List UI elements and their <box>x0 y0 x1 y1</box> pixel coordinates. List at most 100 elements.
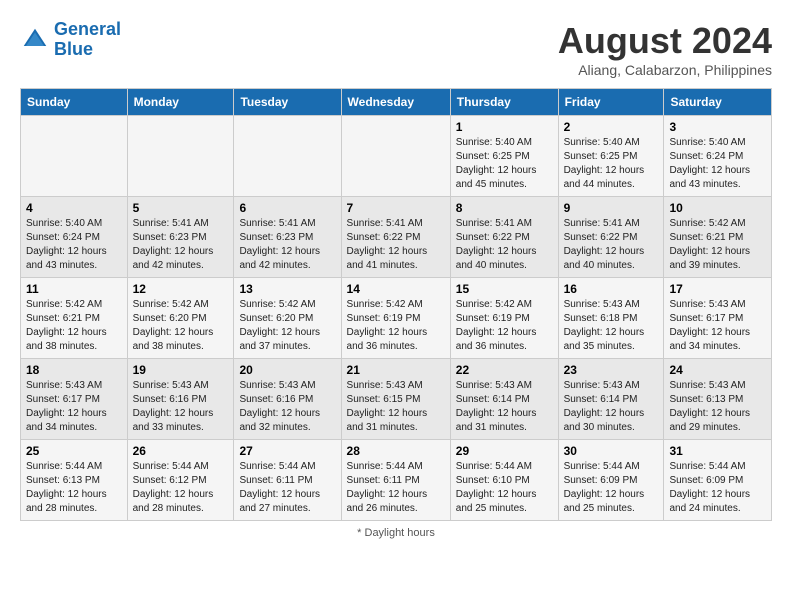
day-info: Sunrise: 5:43 AMSunset: 6:17 PMDaylight:… <box>26 379 122 435</box>
calendar-cell: 18 Sunrise: 5:43 AMSunset: 6:17 PMDayligh… <box>21 359 128 440</box>
day-number: 6 <box>239 201 335 215</box>
calendar-cell: 24 Sunrise: 5:43 AMSunset: 6:13 PMDayligh… <box>664 359 772 440</box>
day-number: 30 <box>564 444 659 458</box>
day-info: Sunrise: 5:40 AMSunset: 6:24 PMDaylight:… <box>669 136 766 192</box>
title-area: August 2024 Aliang, Calabarzon, Philippi… <box>558 20 772 78</box>
calendar-cell <box>341 116 450 197</box>
calendar-cell: 8Sunrise: 5:41 AMSunset: 6:22 PMDaylight… <box>450 197 558 278</box>
calendar-week-2: 4Sunrise: 5:40 AMSunset: 6:24 PMDaylight… <box>21 197 772 278</box>
day-info: Sunrise: 5:42 AMSunset: 6:19 PMDaylight:… <box>456 298 553 354</box>
day-number: 16 <box>564 282 659 296</box>
calendar-cell: 29Sunrise: 5:44 AMSunset: 6:10 PMDayligh… <box>450 440 558 521</box>
calendar-cell: 12 Sunrise: 5:42 AMSunset: 6:20 PMDayligh… <box>127 278 234 359</box>
day-info: Sunrise: 5:44 AMSunset: 6:11 PMDaylight:… <box>239 460 335 516</box>
calendar-week-5: 25 Sunrise: 5:44 AMSunset: 6:13 PMDayligh… <box>21 440 772 521</box>
calendar-cell: 13Sunrise: 5:42 AMSunset: 6:20 PMDayligh… <box>234 278 341 359</box>
day-number: 18 <box>26 363 122 377</box>
day-number: 29 <box>456 444 553 458</box>
day-info: Sunrise: 5:43 AMSunset: 6:16 PMDaylight:… <box>239 379 335 435</box>
page-header: General Blue August 2024 Aliang, Calabar… <box>20 20 772 78</box>
calendar-cell <box>21 116 128 197</box>
calendar-cell: 30Sunrise: 5:44 AMSunset: 6:09 PMDayligh… <box>558 440 664 521</box>
day-info: Sunrise: 5:42 AMSunset: 6:20 PMDaylight:… <box>133 298 229 354</box>
day-number: 12 <box>133 282 229 296</box>
calendar-cell: 23 Sunrise: 5:43 AMSunset: 6:14 PMDayligh… <box>558 359 664 440</box>
day-number: 24 <box>669 363 766 377</box>
calendar-cell: 28 Sunrise: 5:44 AMSunset: 6:11 PMDayligh… <box>341 440 450 521</box>
day-number: 27 <box>239 444 335 458</box>
calendar-cell: 21Sunrise: 5:43 AMSunset: 6:15 PMDayligh… <box>341 359 450 440</box>
footer-note-text: Daylight hours <box>365 527 435 539</box>
day-header-monday: Monday <box>127 89 234 116</box>
day-info: Sunrise: 5:41 AMSunset: 6:22 PMDaylight:… <box>347 217 445 273</box>
day-number: 26 <box>133 444 229 458</box>
calendar-cell: 1 Sunrise: 5:40 AMSunset: 6:25 PMDaylight… <box>450 116 558 197</box>
calendar-cell: 10 Sunrise: 5:42 AMSunset: 6:21 PMDayligh… <box>664 197 772 278</box>
calendar-week-3: 11 Sunrise: 5:42 AMSunset: 6:21 PMDayligh… <box>21 278 772 359</box>
calendar-week-4: 18 Sunrise: 5:43 AMSunset: 6:17 PMDayligh… <box>21 359 772 440</box>
logo: General Blue <box>20 20 121 60</box>
day-header-saturday: Saturday <box>664 89 772 116</box>
location: Aliang, Calabarzon, Philippines <box>558 62 772 78</box>
day-number: 31 <box>669 444 766 458</box>
day-header-wednesday: Wednesday <box>341 89 450 116</box>
day-header-friday: Friday <box>558 89 664 116</box>
calendar-table: SundayMondayTuesdayWednesdayThursdayFrid… <box>20 88 772 521</box>
day-number: 11 <box>26 282 122 296</box>
day-number: 23 <box>564 363 659 377</box>
day-number: 22 <box>456 363 553 377</box>
day-info: Sunrise: 5:41 AMSunset: 6:23 PMDaylight:… <box>133 217 229 273</box>
day-number: 28 <box>347 444 445 458</box>
calendar-cell: 14Sunrise: 5:42 AMSunset: 6:19 PMDayligh… <box>341 278 450 359</box>
day-info: Sunrise: 5:43 AMSunset: 6:14 PMDaylight:… <box>456 379 553 435</box>
logo-line2: Blue <box>54 39 93 59</box>
day-number: 5 <box>133 201 229 215</box>
calendar-cell: 16 Sunrise: 5:43 AMSunset: 6:18 PMDayligh… <box>558 278 664 359</box>
day-info: Sunrise: 5:43 AMSunset: 6:17 PMDaylight:… <box>669 298 766 354</box>
day-info: Sunrise: 5:43 AMSunset: 6:15 PMDaylight:… <box>347 379 445 435</box>
day-info: Sunrise: 5:43 AMSunset: 6:18 PMDaylight:… <box>564 298 659 354</box>
day-number: 15 <box>456 282 553 296</box>
calendar-cell: 25 Sunrise: 5:44 AMSunset: 6:13 PMDayligh… <box>21 440 128 521</box>
day-info: Sunrise: 5:42 AMSunset: 6:21 PMDaylight:… <box>669 217 766 273</box>
calendar-cell: 11 Sunrise: 5:42 AMSunset: 6:21 PMDayligh… <box>21 278 128 359</box>
day-number: 1 <box>456 120 553 134</box>
day-info: Sunrise: 5:41 AMSunset: 6:22 PMDaylight:… <box>456 217 553 273</box>
month-year: August 2024 <box>558 20 772 62</box>
day-info: Sunrise: 5:41 AMSunset: 6:22 PMDaylight:… <box>564 217 659 273</box>
day-info: Sunrise: 5:44 AMSunset: 6:12 PMDaylight:… <box>133 460 229 516</box>
day-info: Sunrise: 5:44 AMSunset: 6:11 PMDaylight:… <box>347 460 445 516</box>
day-header-thursday: Thursday <box>450 89 558 116</box>
day-info: Sunrise: 5:43 AMSunset: 6:14 PMDaylight:… <box>564 379 659 435</box>
day-info: Sunrise: 5:44 AMSunset: 6:09 PMDaylight:… <box>669 460 766 516</box>
calendar-cell: 2 Sunrise: 5:40 AMSunset: 6:25 PMDaylight… <box>558 116 664 197</box>
day-number: 20 <box>239 363 335 377</box>
day-info: Sunrise: 5:43 AMSunset: 6:13 PMDaylight:… <box>669 379 766 435</box>
day-number: 19 <box>133 363 229 377</box>
calendar-cell: 27 Sunrise: 5:44 AMSunset: 6:11 PMDayligh… <box>234 440 341 521</box>
day-info: Sunrise: 5:44 AMSunset: 6:13 PMDaylight:… <box>26 460 122 516</box>
day-info: Sunrise: 5:42 AMSunset: 6:21 PMDaylight:… <box>26 298 122 354</box>
calendar-cell: 19Sunrise: 5:43 AMSunset: 6:16 PMDayligh… <box>127 359 234 440</box>
calendar-cell: 4Sunrise: 5:40 AMSunset: 6:24 PMDaylight… <box>21 197 128 278</box>
day-header-sunday: Sunday <box>21 89 128 116</box>
day-info: Sunrise: 5:40 AMSunset: 6:25 PMDaylight:… <box>456 136 553 192</box>
day-info: Sunrise: 5:40 AMSunset: 6:25 PMDaylight:… <box>564 136 659 192</box>
day-number: 25 <box>26 444 122 458</box>
calendar-cell: 17Sunrise: 5:43 AMSunset: 6:17 PMDayligh… <box>664 278 772 359</box>
calendar-cell: 26 Sunrise: 5:44 AMSunset: 6:12 PMDayligh… <box>127 440 234 521</box>
calendar-cell: 9Sunrise: 5:41 AMSunset: 6:22 PMDaylight… <box>558 197 664 278</box>
logo-icon <box>20 25 50 55</box>
calendar-cell: 20 Sunrise: 5:43 AMSunset: 6:16 PMDayligh… <box>234 359 341 440</box>
calendar-cell: 3Sunrise: 5:40 AMSunset: 6:24 PMDaylight… <box>664 116 772 197</box>
calendar-cell: 6 Sunrise: 5:41 AMSunset: 6:23 PMDaylight… <box>234 197 341 278</box>
logo-line1: General <box>54 19 121 39</box>
logo-text: General Blue <box>54 20 121 60</box>
calendar-cell <box>234 116 341 197</box>
day-number: 13 <box>239 282 335 296</box>
day-info: Sunrise: 5:42 AMSunset: 6:19 PMDaylight:… <box>347 298 445 354</box>
day-info: Sunrise: 5:41 AMSunset: 6:23 PMDaylight:… <box>239 217 335 273</box>
calendar-cell: 15 Sunrise: 5:42 AMSunset: 6:19 PMDayligh… <box>450 278 558 359</box>
day-number: 10 <box>669 201 766 215</box>
day-number: 2 <box>564 120 659 134</box>
